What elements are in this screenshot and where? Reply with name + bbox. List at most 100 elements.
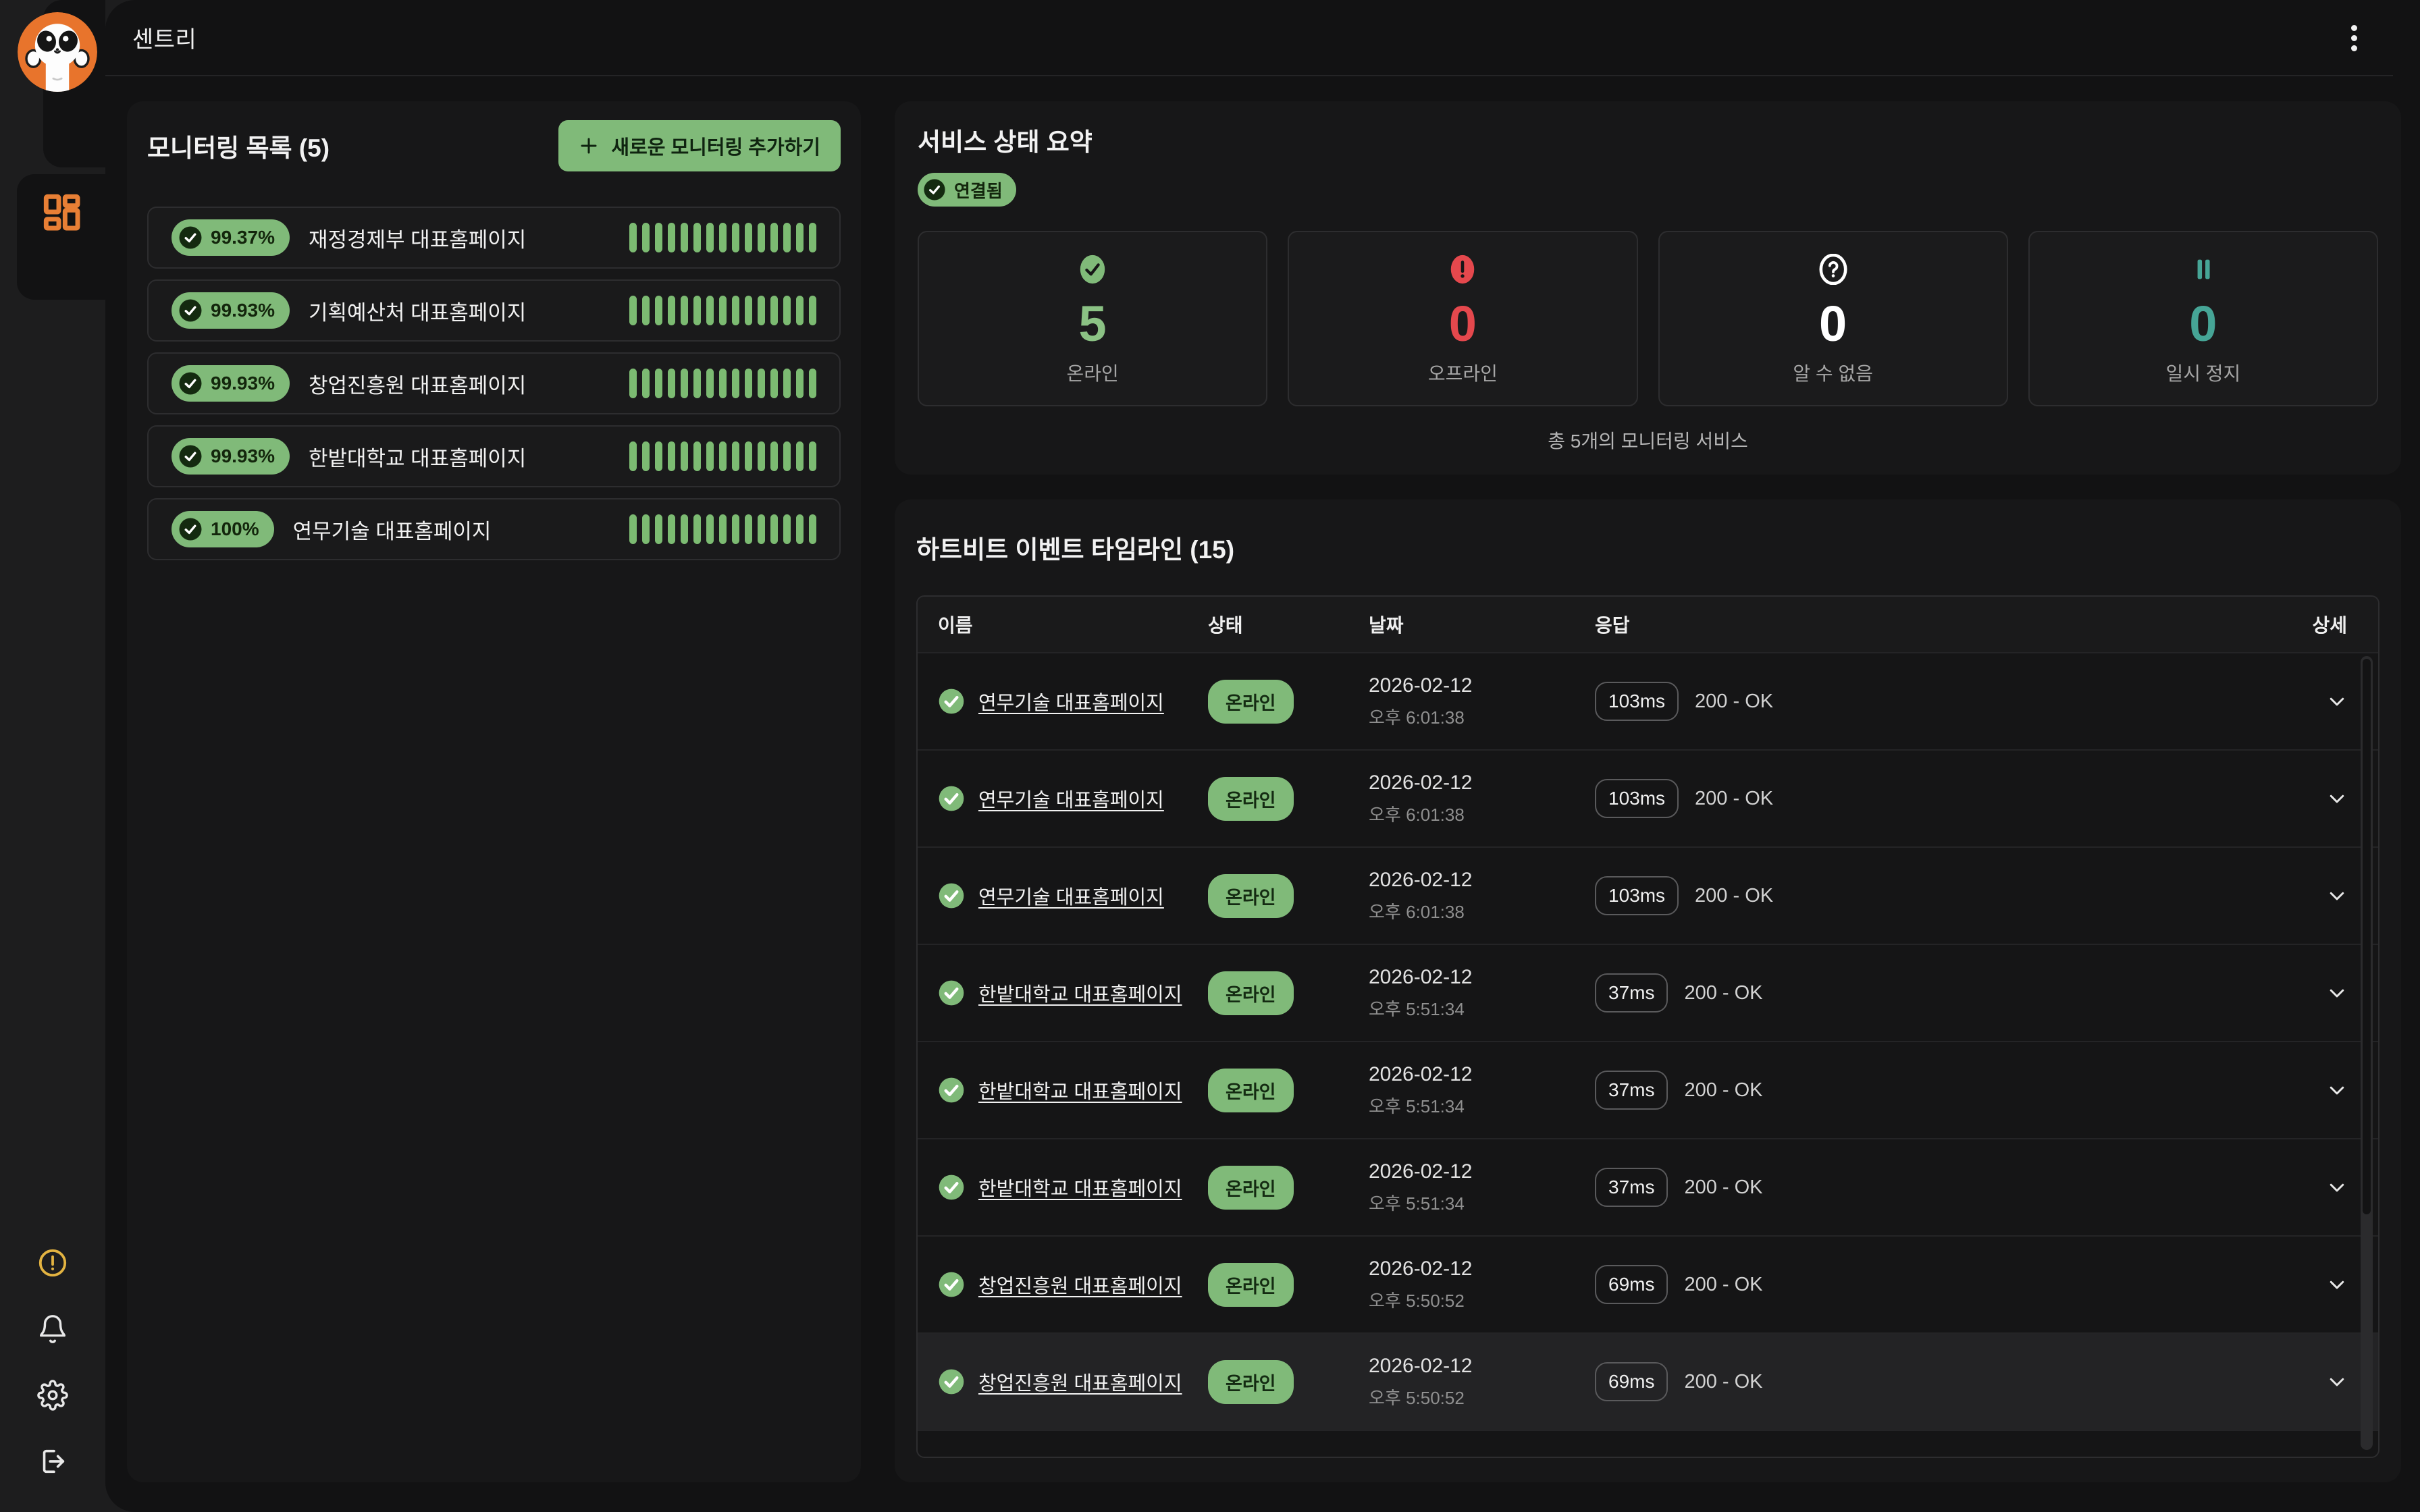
heartbeat-bar[interactable] [668,369,675,398]
heartbeat-bar[interactable] [706,296,714,325]
heartbeat-bar[interactable] [758,223,765,252]
heartbeat-bar[interactable] [706,369,714,398]
heartbeat-bar[interactable] [758,369,765,398]
heartbeat-bar[interactable] [693,514,701,544]
heartbeat-bar[interactable] [629,296,637,325]
monitor-list-item[interactable]: 99.93% 기획예산처 대표홈페이지 [147,279,841,342]
heartbeat-bar[interactable] [745,441,752,471]
heartbeat-bar[interactable] [706,514,714,544]
heartbeat-bar[interactable] [796,514,804,544]
monitor-list-item[interactable]: 99.37% 재정경제부 대표홈페이지 [147,207,841,269]
heartbeat-bar[interactable] [796,223,804,252]
heartbeat-bar[interactable] [732,369,739,398]
scrollbar-thumb[interactable] [2363,659,2371,1214]
service-link[interactable]: 한밭대학교 대표홈페이지 [978,979,1182,1007]
table-row[interactable]: 창업진흥원 대표홈페이지 온라인 2026-02-12 오후 5:50:52 6… [918,1334,2378,1431]
table-row[interactable]: 한밭대학교 대표홈페이지 온라인 2026-02-12 오후 5:51:34 3… [918,1042,2378,1139]
service-link[interactable]: 연무기술 대표홈페이지 [978,882,1164,910]
heartbeat-bar[interactable] [642,296,650,325]
heartbeat-bar[interactable] [693,441,701,471]
chevron-down-icon[interactable] [2327,788,2347,809]
heartbeat-bar[interactable] [629,441,637,471]
heartbeat-bar[interactable] [693,223,701,252]
heartbeat-bar[interactable] [745,223,752,252]
service-link[interactable]: 연무기술 대표홈페이지 [978,784,1164,813]
chevron-down-icon[interactable] [2327,691,2347,711]
monitor-list-item[interactable]: 99.93% 한밭대학교 대표홈페이지 [147,425,841,487]
heartbeat-bar[interactable] [655,369,662,398]
table-row[interactable]: 연무기술 대표홈페이지 온라인 2026-02-12 오후 6:01:38 10… [918,751,2378,848]
table-row[interactable]: 연무기술 대표홈페이지 온라인 2026-02-12 오후 6:01:38 10… [918,848,2378,945]
heartbeat-bar[interactable] [706,223,714,252]
heartbeat-bar[interactable] [681,296,688,325]
table-row[interactable]: 연무기술 대표홈페이지 온라인 2026-02-12 오후 6:01:38 10… [918,653,2378,751]
table-row[interactable]: 창업진흥원 대표홈페이지 온라인 2026-02-12 오후 5:50:52 6… [918,1237,2378,1334]
heartbeat-bar[interactable] [783,223,791,252]
more-menu-button[interactable] [2336,20,2371,55]
service-link[interactable]: 한밭대학교 대표홈페이지 [978,1076,1182,1104]
heartbeat-bar[interactable] [681,514,688,544]
sidebar-item-dashboard[interactable] [17,174,105,300]
heartbeat-bar[interactable] [681,369,688,398]
heartbeat-bar[interactable] [668,296,675,325]
heartbeat-bar[interactable] [629,223,637,252]
heartbeat-bar[interactable] [770,514,778,544]
service-link[interactable]: 창업진흥원 대표홈페이지 [978,1368,1182,1396]
heartbeat-bar[interactable] [783,514,791,544]
heartbeat-bar[interactable] [758,296,765,325]
heartbeat-bar[interactable] [642,369,650,398]
heartbeat-bar[interactable] [655,514,662,544]
heartbeat-bar[interactable] [732,441,739,471]
add-monitor-button[interactable]: 새로운 모니터링 추가하기 [558,120,841,171]
heartbeat-bar[interactable] [642,223,650,252]
heartbeat-bar[interactable] [732,296,739,325]
heartbeat-bar[interactable] [758,514,765,544]
heartbeat-bar[interactable] [629,514,637,544]
heartbeat-bar[interactable] [809,223,816,252]
heartbeat-bar[interactable] [681,223,688,252]
heartbeat-bar[interactable] [783,441,791,471]
heartbeat-bar[interactable] [732,514,739,544]
warning-button[interactable] [37,1247,68,1278]
heartbeat-bar[interactable] [642,441,650,471]
heartbeat-bar[interactable] [629,369,637,398]
chevron-down-icon[interactable] [2327,983,2347,1003]
heartbeat-bar[interactable] [655,441,662,471]
app-logo[interactable] [18,12,97,92]
chevron-down-icon[interactable] [2327,1177,2347,1197]
service-link[interactable]: 창업진흥원 대표홈페이지 [978,1270,1182,1299]
heartbeat-bar[interactable] [719,223,727,252]
heartbeat-bar[interactable] [719,514,727,544]
heartbeat-bar[interactable] [668,514,675,544]
chevron-down-icon[interactable] [2327,1080,2347,1100]
heartbeat-bar[interactable] [783,296,791,325]
heartbeat-bar[interactable] [796,441,804,471]
table-scrollbar[interactable] [2361,656,2373,1450]
heartbeat-bar[interactable] [693,369,701,398]
service-link[interactable]: 연무기술 대표홈페이지 [978,687,1164,716]
heartbeat-bar[interactable] [796,296,804,325]
monitor-list-item[interactable]: 99.93% 창업진흥원 대표홈페이지 [147,352,841,414]
heartbeat-bar[interactable] [783,369,791,398]
heartbeat-bar[interactable] [745,369,752,398]
heartbeat-bar[interactable] [668,223,675,252]
table-row[interactable]: 한밭대학교 대표홈페이지 온라인 2026-02-12 오후 5:51:34 3… [918,1139,2378,1237]
heartbeat-bar[interactable] [770,296,778,325]
chevron-down-icon[interactable] [2327,1274,2347,1295]
settings-button[interactable] [37,1380,68,1411]
heartbeat-bar[interactable] [809,296,816,325]
heartbeat-bar[interactable] [809,441,816,471]
heartbeat-bar[interactable] [758,441,765,471]
monitor-list-item[interactable]: 100% 연무기술 대표홈페이지 [147,498,841,560]
heartbeat-bar[interactable] [642,514,650,544]
heartbeat-bar[interactable] [809,369,816,398]
heartbeat-bar[interactable] [693,296,701,325]
chevron-down-icon[interactable] [2327,886,2347,906]
heartbeat-bar[interactable] [719,296,727,325]
heartbeat-bar[interactable] [719,369,727,398]
heartbeat-bar[interactable] [732,223,739,252]
heartbeat-bar[interactable] [681,441,688,471]
heartbeat-bar[interactable] [796,369,804,398]
table-row[interactable]: 한밭대학교 대표홈페이지 온라인 2026-02-12 오후 5:51:34 3… [918,945,2378,1042]
heartbeat-bar[interactable] [745,296,752,325]
